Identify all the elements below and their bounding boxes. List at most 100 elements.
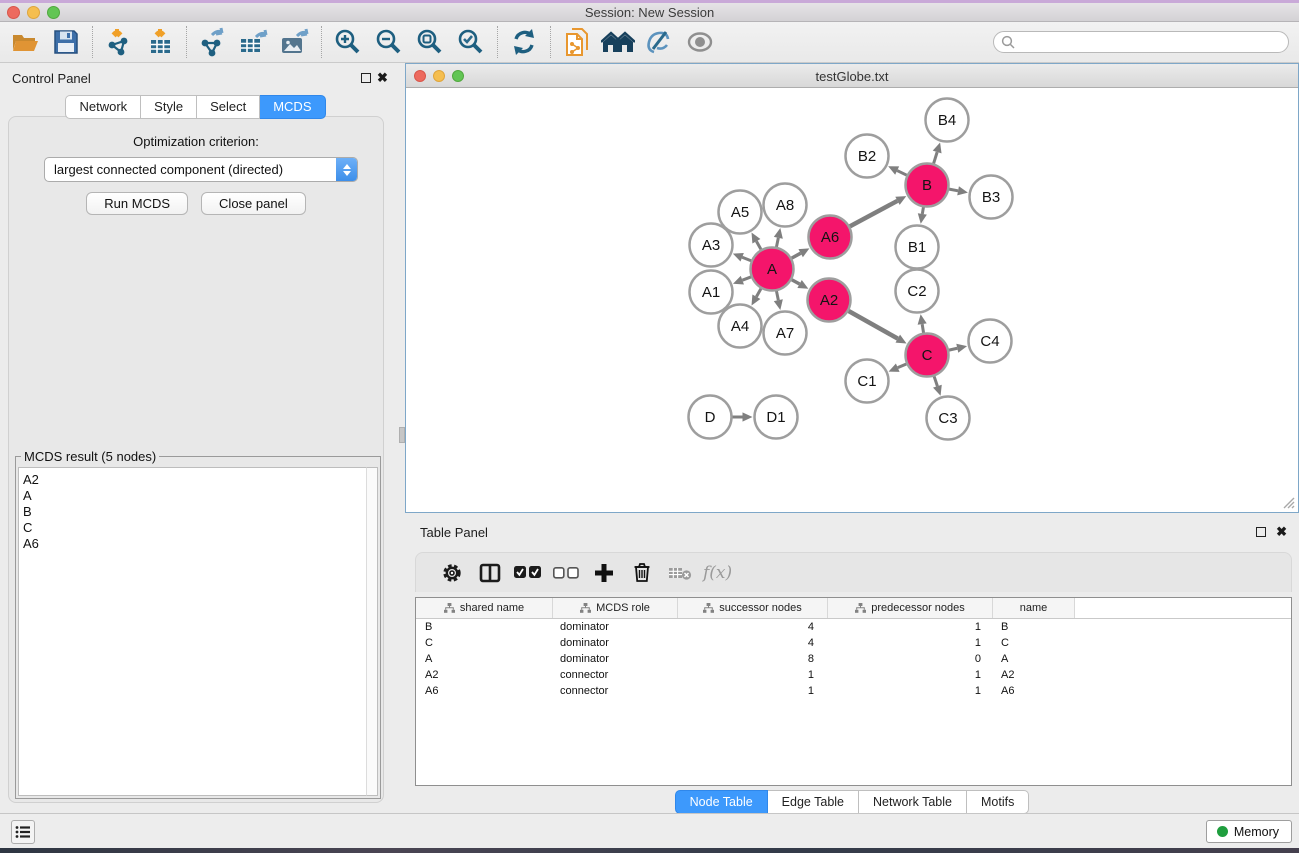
eye-icon[interactable] (683, 25, 717, 59)
mcds-result-list[interactable]: A2ABCA6 (18, 467, 378, 796)
control-panel-tabs: NetworkStyleSelectMCDS (0, 95, 391, 119)
zoom-fit-content-icon[interactable] (413, 25, 447, 59)
mcds-result-item[interactable]: A2 (23, 472, 377, 488)
run-mcds-button[interactable]: Run MCDS (86, 192, 188, 215)
graph-edge-C-C1[interactable] (898, 364, 907, 368)
panel-splitter-handle[interactable] (399, 427, 405, 443)
node-label-B: B (922, 177, 932, 194)
hide-labels-icon[interactable] (642, 25, 676, 59)
graph-edge-A-A4[interactable] (756, 289, 761, 297)
graph-edge-C-C2[interactable] (922, 324, 923, 333)
graph-edge-A-A3[interactable] (742, 257, 751, 260)
mcds-result-item[interactable]: B (23, 504, 377, 520)
dropdown-stepper-icon[interactable] (336, 157, 357, 182)
first-neighbors-icon[interactable] (601, 25, 635, 59)
open-session-icon[interactable] (8, 25, 42, 59)
result-scrollbar[interactable] (366, 467, 378, 796)
import-network-icon[interactable] (102, 25, 136, 59)
mcds-result-item[interactable]: A (23, 488, 377, 504)
column-header-successor-nodes[interactable]: successor nodes (678, 598, 828, 618)
delete-table-icon[interactable] (661, 558, 699, 588)
graph-edge-B-B1[interactable] (922, 207, 923, 214)
export-image-icon[interactable] (278, 25, 312, 59)
zoom-out-icon[interactable] (372, 25, 406, 59)
tab-network-table[interactable]: Network Table (859, 790, 967, 814)
graph-edge-A6-B[interactable] (850, 201, 898, 227)
deselect-checkboxes-icon[interactable] (547, 558, 585, 588)
table-row[interactable]: A2connector11A2 (416, 667, 1291, 683)
tab-node-table[interactable]: Node Table (675, 790, 768, 814)
new-network-from-selection-icon[interactable] (560, 25, 594, 59)
export-network-icon[interactable] (196, 25, 230, 59)
refresh-view-icon[interactable] (507, 25, 541, 59)
search-icon (1001, 35, 1016, 50)
edge-arrowhead (743, 412, 753, 421)
tab-motifs[interactable]: Motifs (967, 790, 1029, 814)
network-canvas[interactable]: AA1A2A3A4A5A6A7A8BB1B2B3B4CC1C2C3C4DD1 (406, 88, 1298, 512)
delete-column-trash-icon[interactable] (623, 558, 661, 588)
zoom-selected-icon[interactable] (454, 25, 488, 59)
search-input[interactable] (1016, 33, 1288, 51)
column-header-name[interactable]: name (993, 598, 1075, 618)
graph-edge-A-A5[interactable] (756, 241, 761, 249)
close-panel-button[interactable]: Close panel (201, 192, 306, 215)
table-panel-tabs: Node TableEdge TableNetwork TableMotifs (405, 790, 1299, 814)
graph-edge-A-A7[interactable] (776, 291, 778, 300)
tab-mcds[interactable]: MCDS (260, 95, 325, 119)
table-row[interactable]: A6connector11A6 (416, 683, 1291, 699)
export-table-icon[interactable] (237, 25, 271, 59)
zoom-in-icon[interactable] (331, 25, 365, 59)
resize-grip-icon[interactable] (1281, 495, 1295, 509)
table-close-panel-icon[interactable]: ✖ (1276, 527, 1287, 537)
graph-edge-C-C3[interactable] (934, 376, 937, 386)
node-label-A7: A7 (776, 325, 794, 342)
graph-edge-A2-C[interactable] (849, 311, 898, 339)
table-row[interactable]: Cdominator41C (416, 635, 1291, 651)
table-body: Bdominator41BCdominator41CAdominator80AA… (416, 619, 1291, 699)
add-column-icon[interactable] (585, 558, 623, 588)
tab-style[interactable]: Style (141, 95, 197, 119)
tab-select[interactable]: Select (197, 95, 260, 119)
edge-arrowhead (733, 276, 744, 285)
table-header-row: shared nameMCDS rolesuccessor nodesprede… (416, 598, 1291, 619)
network-window-titlebar[interactable]: testGlobe.txt (406, 64, 1298, 88)
column-header-predecessor-nodes[interactable]: predecessor nodes (828, 598, 993, 618)
node-label-C3: C3 (938, 410, 957, 427)
table-row[interactable]: Bdominator41B (416, 619, 1291, 635)
edge-arrowhead (933, 142, 942, 153)
table-row[interactable]: Adominator80A (416, 651, 1291, 667)
function-builder-icon[interactable]: f(x) (703, 563, 732, 583)
node-label-C1: C1 (857, 373, 876, 390)
select-all-checkboxes-icon[interactable] (509, 558, 547, 588)
graph-edge-B-B2[interactable] (897, 171, 907, 176)
mcds-result-title: MCDS result (5 nodes) (21, 449, 159, 464)
split-columns-icon[interactable] (471, 558, 509, 588)
graph-edge-B-B4[interactable] (934, 152, 938, 163)
column-header-shared-name[interactable]: shared name (416, 598, 553, 618)
float-panel-icon[interactable] (361, 73, 371, 83)
table-float-panel-icon[interactable] (1256, 527, 1266, 537)
column-header-MCDS-role[interactable]: MCDS role (553, 598, 678, 618)
menubar-edge (0, 0, 1299, 3)
node-label-A3: A3 (702, 237, 720, 254)
mcds-result-item[interactable]: C (23, 520, 377, 536)
mcds-result-item[interactable]: A6 (23, 536, 377, 552)
memory-button[interactable]: Memory (1206, 820, 1292, 843)
desktop-background (0, 848, 1299, 853)
task-history-button[interactable] (11, 820, 35, 844)
criterion-dropdown[interactable]: largest connected component (directed) (44, 157, 358, 182)
graph-edge-A-A8[interactable] (776, 238, 778, 247)
import-table-icon[interactable] (143, 25, 177, 59)
table-settings-gear-icon[interactable] (433, 558, 471, 588)
graph-edge-C-C4[interactable] (949, 348, 957, 350)
search-field[interactable] (993, 31, 1289, 53)
save-session-icon[interactable] (49, 25, 83, 59)
tab-network[interactable]: Network (65, 95, 141, 119)
graph-edge-B-B3[interactable] (949, 189, 958, 191)
graph-edge-A-A2[interactable] (792, 280, 800, 284)
tab-edge-table[interactable]: Edge Table (768, 790, 859, 814)
graph-edge-A-A1[interactable] (742, 277, 751, 280)
close-panel-icon[interactable]: ✖ (377, 73, 388, 83)
node-label-A6: A6 (821, 229, 839, 246)
graph-edge-A-A6[interactable] (792, 253, 801, 258)
